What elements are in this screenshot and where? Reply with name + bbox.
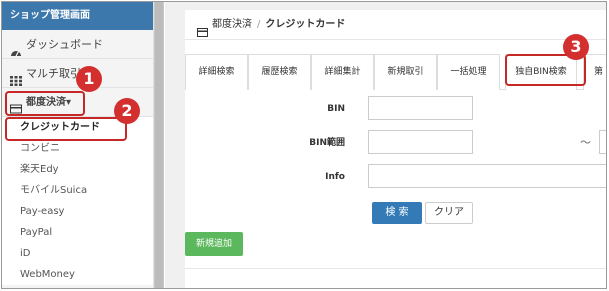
bin-label: BIN — [327, 104, 345, 114]
submenu-item-webmoney[interactable]: WebMoney — [2, 264, 153, 285]
submenu-item-paypal[interactable]: PayPal — [2, 222, 153, 243]
tab-batch-process[interactable]: 一括処理 — [437, 54, 500, 90]
card-icon — [197, 20, 208, 37]
tab-detail-search[interactable]: 詳細検索 — [185, 54, 248, 90]
breadcrumb-current: クレジットカード — [265, 18, 346, 30]
main-area: 都度決済 / クレジットカード 詳細検索 履歴検索 詳細集計 新規取引 一括処理… — [165, 2, 606, 288]
submenu-item-rakuten-edy[interactable]: 楽天Edy — [2, 159, 153, 180]
sidebar-scrollbar[interactable] — [154, 2, 164, 288]
dashboard-icon — [10, 39, 22, 57]
bin-range-label: BIN範囲 — [309, 138, 345, 148]
divider — [185, 268, 606, 269]
submenu-item-pay-easy[interactable]: Pay-easy — [2, 201, 153, 222]
submenu-item-mobile-suica[interactable]: モバイルSuica — [2, 180, 153, 201]
tab-new-transaction[interactable]: 新規取引 — [374, 54, 437, 90]
callout-marker-2: 2 — [114, 98, 140, 124]
tab-detail-summary[interactable]: 詳細集計 — [311, 54, 374, 90]
add-new-button[interactable]: 新規追加 — [185, 232, 243, 256]
range-separator: ～ — [580, 136, 591, 149]
bin-range-row: BIN範囲 ～ — [185, 130, 606, 156]
sidebar-item-label: マルチ取引 — [26, 66, 81, 80]
submenu-item-id[interactable]: iD — [2, 243, 153, 264]
sidebar-submenu: クレジットカード コンビニ 楽天Edy モバイルSuica Pay-easy P… — [2, 117, 153, 285]
scrollbar-thumb[interactable] — [155, 2, 163, 288]
bin-input[interactable] — [368, 96, 473, 120]
sidebar-item-dashboard[interactable]: ダッシュボード — [2, 30, 153, 59]
search-button[interactable]: 検 索 — [372, 202, 422, 224]
sidebar-header: ショップ管理画面 — [2, 2, 153, 30]
sidebar-item-label: ダッシュボード — [26, 37, 103, 51]
bin-range-from-input[interactable] — [368, 130, 473, 154]
tab-history-search[interactable]: 履歴検索 — [248, 54, 311, 90]
callout-highlight-payment-menu — [5, 91, 85, 116]
tab-overflow[interactable]: 第 — [583, 54, 606, 90]
breadcrumb-section[interactable]: 都度決済 — [212, 10, 252, 40]
bin-row: BIN — [185, 96, 606, 122]
breadcrumb-separator: / — [257, 18, 261, 30]
clear-button[interactable]: クリア — [425, 202, 473, 224]
breadcrumb: 都度決済 / クレジットカード — [185, 10, 606, 40]
info-row: Info — [185, 164, 606, 190]
window-frame: ショップ管理画面 ダッシュボード マルチ取引 都度決済▾ クレジットカード コン… — [1, 1, 607, 289]
bin-range-to-input[interactable] — [599, 130, 606, 154]
submenu-item-convenience[interactable]: コンビニ — [2, 138, 153, 159]
callout-marker-1: 1 — [76, 66, 102, 92]
content-panel: 都度決済 / クレジットカード 詳細検索 履歴検索 詳細集計 新規取引 一括処理… — [185, 10, 606, 288]
sidebar: ショップ管理画面 ダッシュボード マルチ取引 都度決済▾ クレジットカード コン… — [2, 2, 154, 288]
callout-highlight-credit-card — [5, 117, 127, 141]
grid-icon — [10, 68, 22, 86]
info-label: Info — [325, 172, 345, 182]
info-input[interactable] — [368, 164, 606, 188]
callout-marker-3: 3 — [563, 34, 589, 60]
